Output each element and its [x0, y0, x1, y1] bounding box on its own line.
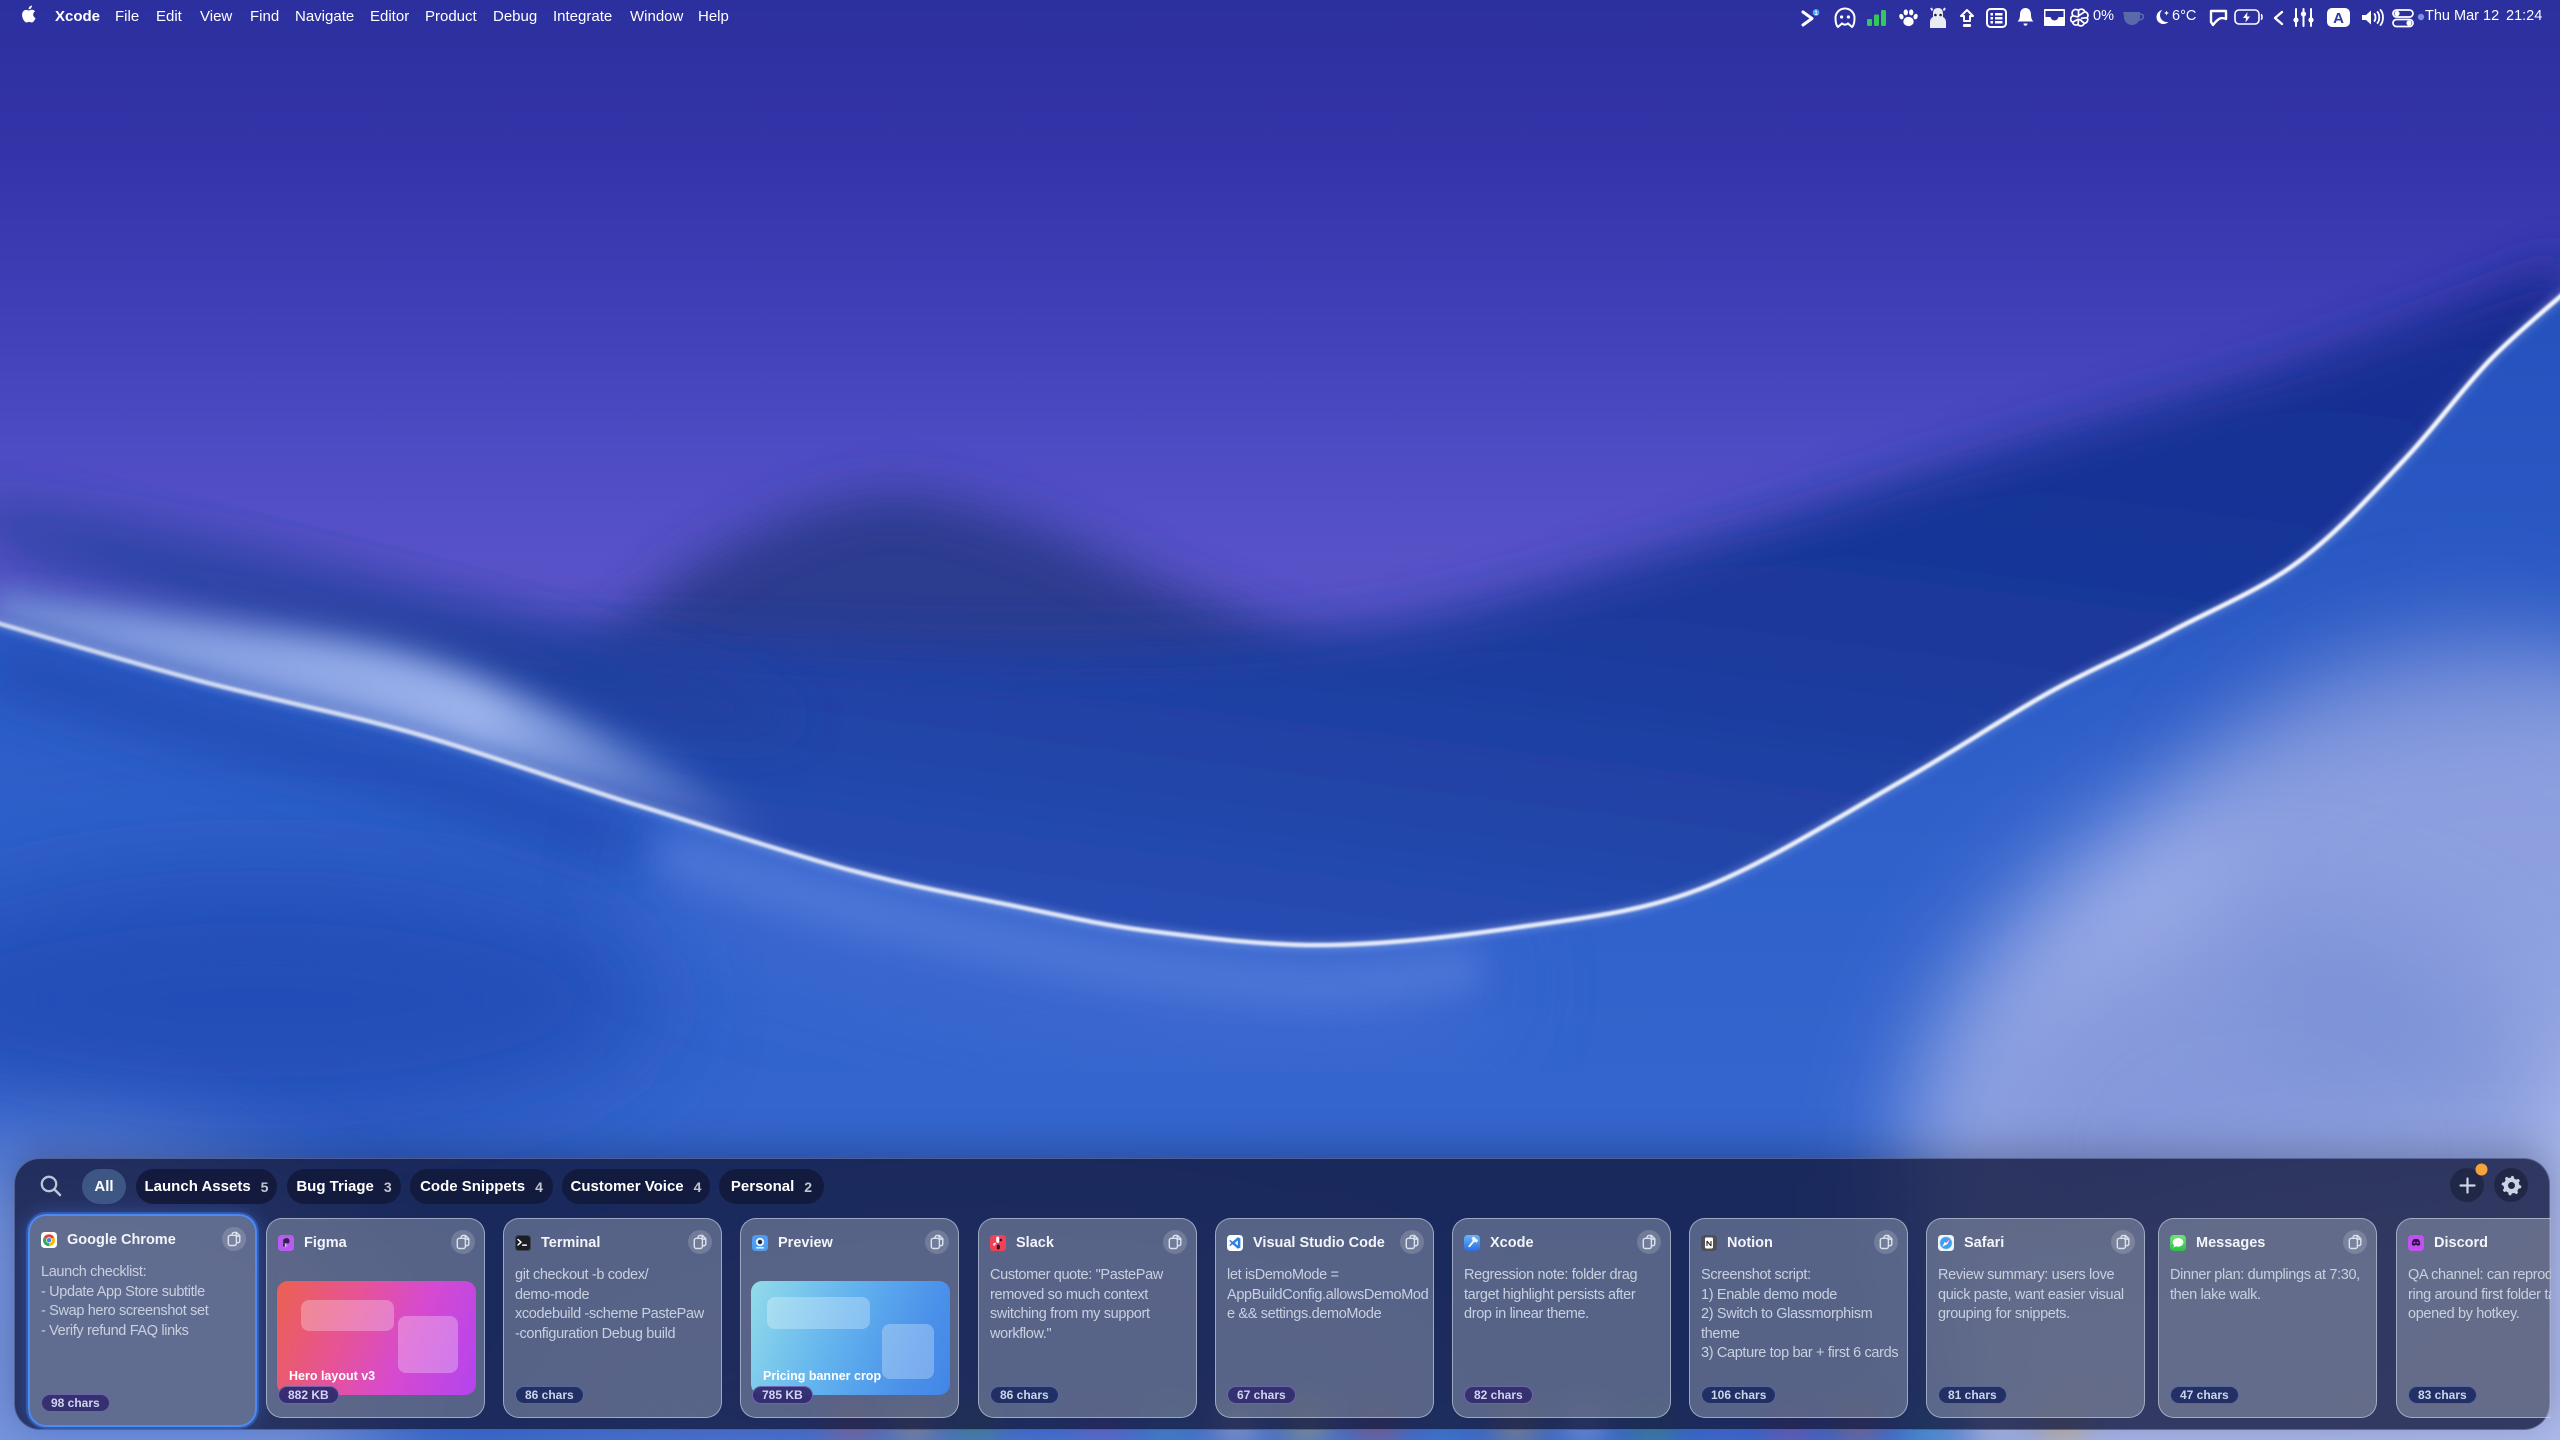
svg-text:A: A	[2333, 10, 2344, 27]
svg-text:F: F	[284, 1244, 287, 1250]
